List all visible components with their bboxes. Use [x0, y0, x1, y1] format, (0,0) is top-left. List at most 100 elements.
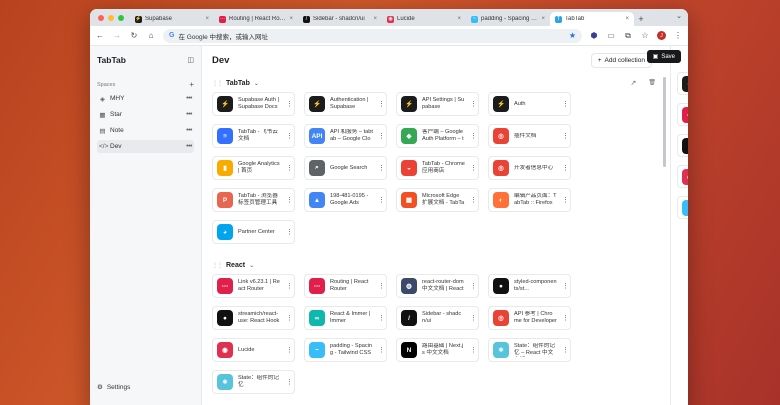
- browser-tab[interactable]: ◉ Lucide ×: [382, 12, 466, 26]
- sidebar-toggle-icon[interactable]: ◫: [187, 56, 194, 64]
- add-space-icon[interactable]: +: [189, 80, 194, 89]
- bookmark-card[interactable]: ⚡ API Settings | Supabase ⋮: [396, 92, 479, 116]
- bookmark-card[interactable]: ◉ Lucide ⋮: [212, 338, 295, 362]
- close-icon[interactable]: ×: [541, 16, 545, 22]
- more-vertical-icon[interactable]: ⋮: [286, 314, 293, 322]
- more-vertical-icon[interactable]: ⋮: [562, 100, 569, 108]
- browser-tab[interactable]: ⋯ Routing | React Router ×: [214, 12, 298, 26]
- bookmark-card[interactable]: ◎ API 参考 | Chrome for Developers ⋮: [488, 306, 571, 330]
- bookmark-card[interactable]: ◐ 编辑产品页面：TabTab :: Firefox ⋮: [488, 188, 571, 212]
- drag-handle-icon[interactable]: ⋮⋮: [212, 80, 223, 87]
- bookmark-card[interactable]: ● streamich/react-use: React Hooks ⋮: [212, 306, 295, 330]
- more-vertical-icon[interactable]: ⋮: [378, 132, 385, 140]
- more-vertical-icon[interactable]: ⋮: [378, 282, 385, 290]
- extension-icon[interactable]: ⬢: [589, 31, 599, 41]
- more-vertical-icon[interactable]: ⋮: [562, 164, 569, 172]
- bookmark-card[interactable]: ◆ 客户端 – Google Auth Platform – tabtab ⋮: [396, 124, 479, 148]
- bookmark-card[interactable]: ◎ 开发者信息中心 ⋮: [488, 156, 571, 180]
- more-vertical-icon[interactable]: ⋮: [470, 100, 477, 108]
- close-icon[interactable]: ×: [289, 16, 293, 22]
- open-tab-item[interactable]: ◉Lucide: [677, 165, 688, 188]
- drag-handle-icon[interactable]: ⋮⋮: [212, 262, 223, 269]
- scrollbar[interactable]: [663, 77, 666, 167]
- bookmark-card[interactable]: N 路由基础 | Next.js 中文文档 ⋮: [396, 338, 479, 362]
- more-vertical-icon[interactable]: ⋮: [378, 314, 385, 322]
- close-window-button[interactable]: [98, 14, 104, 21]
- bookmark-card[interactable]: ▮ Google Analytics | 首页 ⋮: [212, 156, 295, 180]
- close-icon[interactable]: ×: [625, 16, 629, 22]
- trash-icon[interactable]: 🗑: [648, 79, 656, 87]
- more-vertical-icon[interactable]: ⋮: [286, 196, 293, 204]
- back-icon[interactable]: ←: [95, 31, 105, 41]
- sidebar-item-note[interactable]: ▤ Note •••: [97, 124, 194, 137]
- add-collection-button[interactable]: + Add collection: [590, 52, 652, 68]
- bookmark-card[interactable]: ≡ TabTab - 飞书云文档 ⋮: [212, 124, 295, 148]
- bookmark-card[interactable]: ▦ Microsoft Edge 扩展文档 - TabTab ⋮: [396, 188, 479, 212]
- more-vertical-icon[interactable]: ⋮: [470, 314, 477, 322]
- bookmark-card[interactable]: / Sidebar - shadcn/ui ⋮: [396, 306, 479, 330]
- bookmark-card[interactable]: ∞ React & Immer | Immer ⋮: [304, 306, 387, 330]
- open-tab-item[interactable]: ⋯Routing | React Router: [677, 103, 688, 126]
- bookmark-card[interactable]: ◍ react-router-dom 中文文档 | React Router ⋮: [396, 274, 479, 298]
- bookmark-card[interactable]: ● styled-components/st... ⋮: [488, 274, 571, 298]
- save-button[interactable]: ▣ Save: [646, 50, 681, 63]
- sidebar-item-dev[interactable]: </> Dev •••: [97, 140, 194, 153]
- new-tab-button[interactable]: +: [634, 12, 648, 26]
- more-vertical-icon[interactable]: ⋮: [286, 378, 293, 386]
- more-icon[interactable]: •••: [186, 143, 192, 150]
- more-vertical-icon[interactable]: ⋮: [286, 228, 293, 236]
- collection-name[interactable]: TabTab: [226, 80, 250, 87]
- tab-active[interactable]: T TabTab ×: [550, 12, 634, 26]
- more-vertical-icon[interactable]: ⋮: [286, 282, 293, 290]
- open-tab-item[interactable]: ⚡Supabase: [677, 72, 688, 95]
- bookmark-card[interactable]: ⚛ State：组件的记忆 ⋮: [212, 370, 295, 394]
- more-vertical-icon[interactable]: ⋮: [470, 164, 477, 172]
- bookmark-card[interactable]: ~ padding - Spacing - Tailwind CSS ⋮: [304, 338, 387, 362]
- more-vertical-icon[interactable]: ⋮: [378, 164, 385, 172]
- more-vertical-icon[interactable]: ⋮: [562, 314, 569, 322]
- open-tab-item[interactable]: ~padding - Spacing - Tailwind CSS: [677, 196, 688, 219]
- reload-icon[interactable]: ↻: [129, 31, 139, 41]
- address-bar[interactable]: G 在 Google 中搜索，或输入网址 ★: [163, 28, 582, 43]
- more-vertical-icon[interactable]: ⋮: [470, 196, 477, 204]
- zoom-window-button[interactable]: [118, 14, 124, 21]
- collection-name[interactable]: React: [226, 262, 245, 269]
- more-icon[interactable]: •••: [186, 95, 192, 102]
- bookmark-card[interactable]: ⋯ Routing | React Router ⋮: [304, 274, 387, 298]
- sidebar-item-mhy[interactable]: ◈ MHY •••: [97, 92, 194, 105]
- more-vertical-icon[interactable]: ⋮: [562, 196, 569, 204]
- bookmark-card[interactable]: ⚛ State：组件的记忆 – React 中文文档 ⋮: [488, 338, 571, 362]
- browser-tab[interactable]: / Sidebar - shadcn/ui ×: [298, 12, 382, 26]
- more-vertical-icon[interactable]: ⋮: [562, 346, 569, 354]
- more-vertical-icon[interactable]: ⋮: [378, 196, 385, 204]
- bookmark-card[interactable]: API API 和服务 – tabtab – Google Cloud ⋮: [304, 124, 387, 148]
- bookmark-card[interactable]: ⌕ Google Search ⋮: [304, 156, 387, 180]
- bookmark-star-icon[interactable]: ★: [569, 31, 576, 40]
- open-tab-item[interactable]: /Sidebar - shadcn/ui: [677, 134, 688, 157]
- extension-tabtab-icon[interactable]: ▭: [606, 31, 616, 41]
- more-vertical-icon[interactable]: ⋮: [286, 346, 293, 354]
- bookmark-card[interactable]: ◎ 插件文档 ⋮: [488, 124, 571, 148]
- browser-tab[interactable]: ~ padding - Spacing - Tail ×: [466, 12, 550, 26]
- bookmark-card[interactable]: P TabTab - 浏览器标签页管理工具 ⋮: [212, 188, 295, 212]
- sidebar-item-star[interactable]: ▦ Star •••: [97, 108, 194, 121]
- more-vertical-icon[interactable]: ⋮: [562, 132, 569, 140]
- open-all-icon[interactable]: ↗: [631, 79, 637, 87]
- more-vertical-icon[interactable]: ⋮: [470, 346, 477, 354]
- more-vertical-icon[interactable]: ⋮: [562, 282, 569, 290]
- more-vertical-icon[interactable]: ⋮: [378, 100, 385, 108]
- profile-avatar[interactable]: J: [657, 31, 666, 40]
- menu-icon[interactable]: ⋮: [673, 31, 683, 41]
- close-icon[interactable]: ×: [457, 16, 461, 22]
- bookmark-card[interactable]: ▲ 198-481-0195 - Google Ads ⋮: [304, 188, 387, 212]
- bookmark-card[interactable]: ◕ Partner Center ⋮: [212, 220, 295, 244]
- tab-search-icon[interactable]: ⌄: [676, 12, 682, 20]
- bookmarks-icon[interactable]: ☆: [640, 31, 650, 41]
- close-icon[interactable]: ×: [205, 16, 209, 22]
- browser-tab[interactable]: ⚡ Supabase ×: [130, 12, 214, 26]
- more-vertical-icon[interactable]: ⋮: [286, 132, 293, 140]
- minimize-window-button[interactable]: [108, 14, 114, 21]
- bookmark-card[interactable]: ⚡ Authentication | Supabase ⋮: [304, 92, 387, 116]
- more-vertical-icon[interactable]: ⋮: [470, 132, 477, 140]
- more-vertical-icon[interactable]: ⋮: [378, 346, 385, 354]
